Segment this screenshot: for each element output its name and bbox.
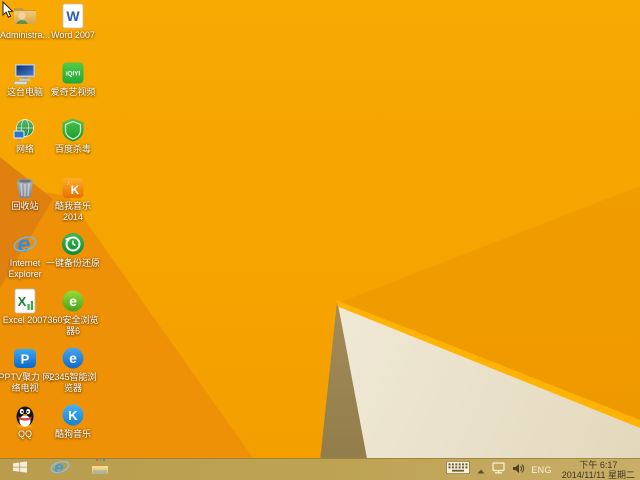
network-status-button[interactable] (492, 459, 506, 480)
svg-text:P: P (21, 352, 30, 367)
desktop-icon-pptv[interactable]: P PPTV聚力 网络电视 (0, 345, 52, 394)
desktop: Administra... W Word 2007 这台电脑 iQIYI 爱奇艺视频网络 百… (0, 0, 640, 480)
start-icon (12, 460, 28, 479)
desktop-icon-label: 爱奇艺视频 (50, 87, 96, 97)
file-explorer-icon (90, 457, 110, 480)
clock-date: 2014/11/11 星期二 (561, 469, 635, 480)
desktop-icon-qq[interactable]: QQ (1, 402, 49, 440)
system-tray: ENG 下午 6:17 2014/11/11 星期二 (446, 459, 640, 480)
desktop-icon-kuwo-music-2014[interactable]: K ♪ 酷我音乐 2014 (49, 174, 97, 223)
svg-text:e: e (69, 293, 77, 309)
desktop-icon-network[interactable]: 网络 (1, 117, 49, 155)
volume-button[interactable] (512, 459, 525, 480)
svg-text:e: e (69, 350, 77, 366)
desktop-icon-label: Administra... (0, 30, 51, 40)
ie-icon: e (50, 457, 70, 480)
desktop-icon-grid: Administra... W Word 2007 这台电脑 iQIYI 爱奇艺视频网络 百… (0, 0, 640, 480)
touch-keyboard-button[interactable] (446, 459, 471, 480)
svg-text:K: K (68, 408, 78, 423)
desktop-icon-label: Internet Explorer (8, 258, 42, 279)
svg-text:K: K (71, 183, 80, 197)
onekey-backup-restore-icon (60, 231, 86, 257)
desktop-icon-recycle-bin[interactable]: 回收站 (1, 174, 49, 212)
touch-keyboard-icon (446, 460, 471, 479)
clock[interactable]: 下午 6:17 2014/11/11 星期二 (559, 459, 635, 480)
taskbar: e ENG 下午 6:17 2014/11/11 星期二 (0, 458, 640, 480)
qq-penguin-icon (12, 402, 38, 428)
recycle-bin-icon (12, 174, 38, 200)
desktop-icon-label: Excel 2007 (2, 315, 48, 325)
this-pc-icon (12, 60, 38, 86)
desktop-icon-label: QQ (17, 429, 32, 439)
iqiyi-icon: iQIYI (60, 60, 86, 86)
excel-2007-icon: X (12, 288, 38, 314)
desktop-icon-label: 这台电脑 (6, 87, 43, 97)
desktop-icon-label: 360安全浏览 器6 (47, 315, 99, 336)
desktop-icon-label: Word 2007 (51, 30, 95, 40)
2345-browser-icon: e (60, 345, 86, 371)
pptv-icon: P (12, 345, 38, 371)
baidu-antivirus-shield-icon (60, 117, 86, 143)
svg-text:X: X (18, 294, 27, 309)
language-label: ENG (531, 464, 552, 475)
desktop-icon-excel-2007[interactable]: X Excel 2007 (1, 288, 49, 326)
desktop-icon-iqiyi-video[interactable]: iQIYI 爱奇艺视频 (49, 60, 97, 98)
word-2007-icon: W (60, 3, 86, 29)
desktop-icon-360-safe-browser-6[interactable]: e 360安全浏览 器6 (47, 288, 99, 337)
desktop-icon-label: 回收站 (11, 201, 39, 211)
administrator-folder-icon (12, 3, 38, 29)
language-indicator[interactable]: ENG (531, 459, 551, 480)
desktop-icon-this-pc[interactable]: 这台电脑 (1, 60, 49, 98)
desktop-icon-onekey-backup-restore[interactable]: 一键备份还原 (46, 231, 101, 269)
kugou-music-icon: K (60, 402, 86, 428)
svg-text:♪: ♪ (66, 178, 70, 187)
internet-explorer-icon: e (12, 231, 38, 257)
network-globe-icon (12, 117, 38, 143)
svg-text:iQIYI: iQIYI (66, 71, 80, 78)
desktop-icon-internet-explorer[interactable]: e Internet Explorer (1, 231, 49, 280)
clock-time: 下午 6:17 (579, 459, 618, 470)
volume-icon (512, 461, 525, 479)
chevron-up-icon (477, 461, 485, 479)
desktop-icon-2345-smart-browser[interactable]: e 2345智能浏 览器 (49, 345, 97, 394)
desktop-icon-label: 网络 (15, 144, 34, 154)
start-button[interactable] (0, 459, 40, 480)
taskbar-ie-button[interactable]: e (40, 457, 80, 480)
desktop-icon-label: 百度杀毒 (54, 144, 91, 154)
desktop-icon-kugou-music[interactable]: K 酷狗音乐 (49, 402, 97, 440)
desktop-icon-word-2007[interactable]: W Word 2007 (49, 3, 97, 41)
desktop-icon-label: 酷我音乐 2014 (54, 201, 91, 222)
kuwo-music-icon: K ♪ (60, 174, 86, 200)
desktop-icon-label: 2345智能浏 览器 (49, 372, 97, 393)
taskbar-file-explorer-button[interactable] (80, 457, 120, 480)
mouse-cursor-arrow (2, 0, 14, 24)
360-browser-icon: e (60, 288, 86, 314)
svg-text:W: W (66, 8, 80, 24)
desktop-icon-baidu-antivirus[interactable]: 百度杀毒 (49, 117, 97, 155)
network-status-icon (492, 461, 506, 479)
desktop-icon-label: 酷狗音乐 (54, 429, 91, 439)
svg-text:e: e (18, 231, 31, 257)
desktop-icon-label: 一键备份还原 (46, 258, 101, 268)
show-hidden-icons-button[interactable] (477, 459, 485, 480)
desktop-icon-label: PPTV聚力 网络电视 (0, 372, 52, 393)
